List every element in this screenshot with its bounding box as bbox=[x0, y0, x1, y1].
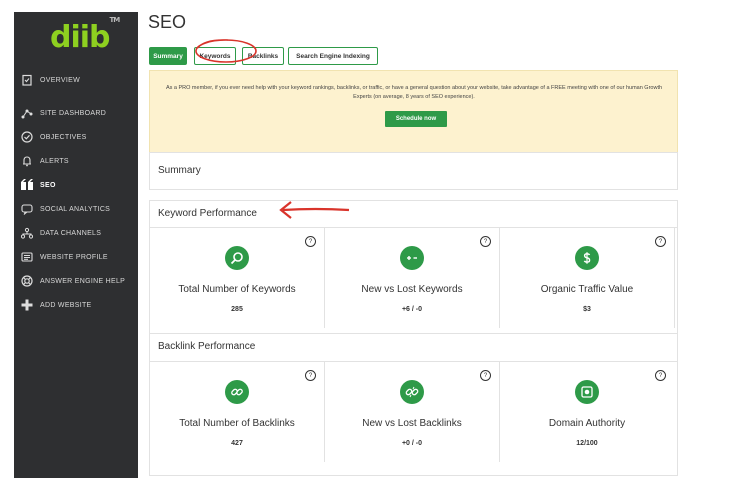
nodes-icon bbox=[20, 106, 34, 120]
sidebar-item-data-channels[interactable]: DATA CHANNELS bbox=[20, 223, 101, 243]
schedule-now-button[interactable]: Schedule now bbox=[385, 111, 447, 127]
sidebar-item-answer-engine-help[interactable]: ANSWER ENGINE HELP bbox=[20, 271, 125, 291]
bell-icon bbox=[20, 154, 34, 168]
metric-value: 285 bbox=[231, 306, 243, 313]
plus-icon bbox=[20, 298, 34, 312]
tab-summary[interactable]: Summary bbox=[149, 47, 187, 65]
summary-title: Summary bbox=[158, 165, 201, 176]
sidebar-item-website-profile[interactable]: WEBSITE PROFILE bbox=[20, 247, 108, 267]
total-backlinks-card: ? Total Number of Backlinks 427 bbox=[150, 362, 325, 462]
quote-icon bbox=[20, 178, 34, 192]
help-icon[interactable]: ? bbox=[480, 370, 491, 381]
logo[interactable]: diibTM bbox=[50, 16, 120, 55]
search-icon bbox=[225, 246, 249, 270]
sidebar-item-overview[interactable]: OVERVIEW bbox=[20, 70, 80, 90]
summary-panel: Summary bbox=[149, 152, 678, 190]
tab-keywords[interactable]: Keywords bbox=[194, 47, 236, 65]
sidebar-item-label: DATA CHANNELS bbox=[40, 229, 102, 237]
link-icon bbox=[225, 380, 249, 404]
organic-traffic-value-card: ? Organic Traffic Value $3 bbox=[500, 228, 675, 328]
broken-link-icon bbox=[400, 380, 424, 404]
help-icon[interactable]: ? bbox=[655, 236, 666, 247]
pro-member-promo-banner: As a PRO member, if you ever need help w… bbox=[149, 70, 678, 154]
authority-icon bbox=[575, 380, 599, 404]
page-title: SEO bbox=[148, 12, 187, 32]
tab-search-engine-indexing[interactable]: Search Engine Indexing bbox=[288, 47, 378, 65]
metric-label: New vs Lost Backlinks bbox=[362, 418, 462, 429]
metric-value: $3 bbox=[583, 306, 591, 313]
keyword-performance-title: Keyword Performance bbox=[158, 208, 257, 219]
sidebar-item-alerts[interactable]: ALERTS bbox=[20, 151, 69, 171]
main-content: SEO Summary Keywords Backlinks Search En… bbox=[138, 12, 716, 478]
metric-label: Organic Traffic Value bbox=[540, 284, 634, 295]
sidebar-item-label: ANSWER ENGINE HELP bbox=[40, 277, 126, 285]
sidebar-item-label: ALERTS bbox=[40, 157, 69, 165]
sidebar-item-social-analytics[interactable]: SOCIAL ANALYTICS bbox=[20, 199, 110, 219]
sidebar-item-label: SITE DASHBOARD bbox=[40, 109, 107, 117]
help-icon[interactable]: ? bbox=[655, 370, 666, 381]
metric-value: 427 bbox=[231, 440, 243, 447]
sidebar: diibTM OVERVIEW SITE DASHBOARD OBJECTIVE… bbox=[14, 12, 138, 478]
sidebar-item-seo[interactable]: SEO bbox=[20, 175, 56, 195]
metric-label: New vs Lost Keywords bbox=[361, 284, 463, 295]
network-icon bbox=[20, 226, 34, 240]
chat-icon bbox=[20, 202, 34, 216]
sidebar-item-label: SEO bbox=[40, 181, 56, 189]
sidebar-item-objectives[interactable]: OBJECTIVES bbox=[20, 127, 87, 147]
metric-value: +0 / -0 bbox=[401, 440, 423, 447]
divider bbox=[150, 333, 677, 334]
tab-backlinks[interactable]: Backlinks bbox=[242, 47, 284, 65]
metric-label: Total Number of Backlinks bbox=[179, 418, 295, 429]
check-circle-icon bbox=[20, 130, 34, 144]
backlink-performance-title: Backlink Performance bbox=[158, 341, 256, 352]
help-icon[interactable]: ? bbox=[305, 370, 316, 381]
total-keywords-card: ? Total Number of Keywords 285 bbox=[150, 228, 325, 328]
profile-card-icon bbox=[20, 250, 34, 264]
metric-label: Total Number of Keywords bbox=[178, 284, 296, 295]
dollar-icon bbox=[575, 246, 599, 270]
sidebar-item-label: SOCIAL ANALYTICS bbox=[40, 205, 111, 213]
sidebar-item-label: ADD WEBSITE bbox=[40, 301, 92, 309]
domain-authority-card: ? Domain Authority 12/100 bbox=[500, 362, 674, 462]
help-icon[interactable]: ? bbox=[480, 236, 491, 247]
metric-value: +6 / -0 bbox=[401, 306, 423, 313]
sidebar-item-label: WEBSITE PROFILE bbox=[40, 253, 108, 261]
sidebar-item-label: OVERVIEW bbox=[40, 76, 81, 84]
plus-minus-icon bbox=[400, 246, 424, 270]
help-icon[interactable]: ? bbox=[305, 236, 316, 247]
performance-panel: Keyword Performance ? Total Number of Ke… bbox=[149, 200, 678, 476]
metric-label: Domain Authority bbox=[548, 418, 626, 429]
lifebuoy-icon bbox=[20, 274, 34, 288]
metric-value: 12/100 bbox=[576, 440, 598, 447]
sidebar-item-site-dashboard[interactable]: SITE DASHBOARD bbox=[20, 103, 106, 123]
new-vs-lost-backlinks-card: ? New vs Lost Backlinks +0 / -0 bbox=[325, 362, 500, 462]
clipboard-icon bbox=[20, 73, 34, 87]
sidebar-item-label: OBJECTIVES bbox=[40, 133, 87, 141]
sidebar-item-add-website[interactable]: ADD WEBSITE bbox=[20, 295, 92, 315]
new-vs-lost-keywords-card: ? New vs Lost Keywords +6 / -0 bbox=[325, 228, 500, 328]
promo-text: As a PRO member, if you ever need help w… bbox=[165, 85, 663, 100]
